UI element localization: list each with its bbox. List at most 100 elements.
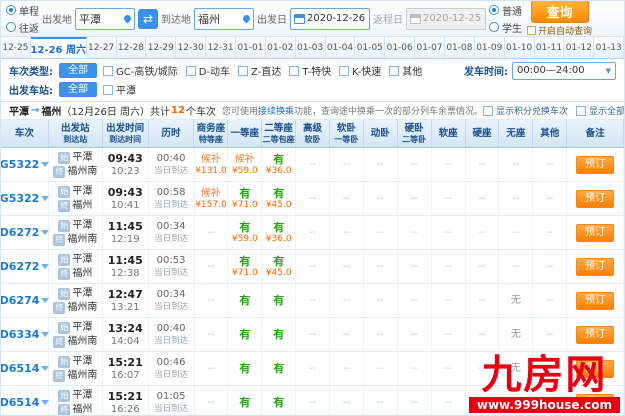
seat-cell[interactable]: 有	[262, 284, 297, 317]
seat-availability[interactable]: 有	[273, 328, 284, 341]
display-toggle-显示积分兑换车次[interactable]: 显示积分兑换车次	[483, 104, 568, 117]
date-tab-01-06[interactable]: 01-06	[385, 37, 416, 58]
radio-icon[interactable]	[6, 5, 16, 15]
seat-availability[interactable]: 有	[239, 255, 250, 268]
train-type-option-D-动车[interactable]: D-动车	[185, 63, 230, 78]
seat-availability[interactable]: 候补	[235, 153, 255, 166]
train-number-link[interactable]: D6272	[1, 260, 50, 273]
seat-availability[interactable]: 有	[273, 221, 284, 234]
book-button[interactable]: 预订	[576, 155, 615, 174]
seat-availability[interactable]: 有	[239, 396, 250, 409]
book-button[interactable]: 预订	[576, 223, 615, 242]
radio-icon[interactable]	[489, 5, 499, 15]
radio-icon[interactable]	[489, 22, 499, 32]
seat-cell[interactable]: 有 ¥71.0	[228, 182, 263, 215]
date-tab-12-25[interactable]: 12-25	[1, 37, 31, 58]
swap-stations-button[interactable]: ⇄	[138, 8, 158, 29]
seat-cell[interactable]: 有	[228, 386, 263, 415]
date-tab-01-12[interactable]: 01-12	[564, 37, 595, 58]
seat-cell[interactable]: 候补 ¥131.0	[195, 148, 229, 181]
train-type-option-Z-直达[interactable]: Z-直达	[238, 63, 281, 78]
to-station-field[interactable]	[194, 7, 254, 30]
checkbox-icon[interactable]	[289, 65, 300, 76]
seat-availability[interactable]: 有	[239, 294, 250, 307]
checkbox-icon[interactable]	[339, 65, 350, 76]
book-button[interactable]: 预订	[576, 291, 615, 310]
date-tab-01-10[interactable]: 01-10	[504, 37, 535, 58]
from-station-input[interactable]	[79, 12, 124, 25]
book-button[interactable]: 预订	[576, 325, 615, 344]
date-tab-12-29[interactable]: 12-29	[146, 37, 177, 58]
seat-cell[interactable]: 有 ¥36.0	[262, 216, 297, 249]
train-type-all-tag[interactable]: 全部	[59, 63, 97, 78]
seat-availability[interactable]: 有	[239, 187, 250, 200]
trip-type-option-1[interactable]: 往返	[6, 20, 39, 35]
seat-cell[interactable]: 候补 ¥59.0	[228, 148, 263, 181]
seat-cell[interactable]: 有 ¥36.0	[262, 148, 297, 181]
seat-availability[interactable]: 有	[273, 294, 284, 307]
depart-station-all-tag[interactable]: 全部	[59, 82, 97, 97]
query-button[interactable]: 查询	[530, 1, 589, 23]
train-type-option-T-特快[interactable]: T-特快	[289, 63, 331, 78]
train-number-link[interactable]: D6272	[1, 226, 50, 239]
seat-cell[interactable]: 有 ¥45.0	[262, 250, 297, 283]
date-tab-01-13[interactable]: 01-13	[594, 37, 624, 58]
passenger-type-option-1[interactable]: 学生	[489, 20, 522, 35]
seat-availability[interactable]: 有	[273, 255, 284, 268]
date-tab-01-07[interactable]: 01-07	[415, 37, 445, 58]
date-tab-01-09[interactable]: 01-09	[474, 37, 505, 58]
seat-cell[interactable]: 有	[228, 352, 263, 385]
seat-cell[interactable]: 有	[228, 284, 263, 317]
date-tab-12-30[interactable]: 12-30	[176, 37, 207, 58]
train-number-link[interactable]: G5322	[1, 158, 50, 171]
depart-date-field[interactable]	[290, 7, 370, 30]
checkbox-icon[interactable]	[576, 105, 587, 116]
seat-cell[interactable]: 有	[262, 386, 297, 415]
seat-availability[interactable]: 有	[239, 328, 250, 341]
from-station-field[interactable]	[75, 7, 135, 30]
checkbox-icon[interactable]	[483, 105, 493, 116]
seat-cell[interactable]: 有	[262, 318, 297, 351]
checkbox-icon[interactable]	[527, 26, 536, 35]
passenger-type-option-0[interactable]: 普通	[489, 3, 522, 18]
date-tab-01-11[interactable]: 01-11	[534, 37, 565, 58]
train-number-link[interactable]: D6514	[1, 396, 50, 409]
seat-availability[interactable]: 有	[273, 362, 284, 375]
seat-availability[interactable]: 有	[239, 362, 250, 375]
date-tab-01-05[interactable]: 01-05	[355, 37, 386, 58]
seat-cell[interactable]: 候补 ¥157.0	[195, 182, 229, 215]
date-tab-01-02[interactable]: 01-02	[265, 37, 296, 58]
train-type-option-GC-高铁/城际[interactable]: GC-高铁/城际	[103, 63, 178, 78]
book-button[interactable]: 预订	[576, 189, 615, 208]
seat-cell[interactable]: 有 ¥59.0	[228, 216, 263, 249]
transfer-link[interactable]: 接续换乘	[258, 107, 294, 117]
train-number-link[interactable]: D6334	[1, 328, 50, 341]
seat-availability[interactable]: 有	[273, 396, 284, 409]
seat-availability[interactable]: 有	[273, 153, 284, 166]
date-tab-12-27[interactable]: 12-27	[86, 37, 117, 58]
seat-availability[interactable]: 候补	[201, 187, 221, 200]
date-tab-12-28[interactable]: 12-28	[116, 37, 147, 58]
seat-cell[interactable]: 有 ¥45.0	[262, 182, 297, 215]
checkbox-icon[interactable]	[103, 65, 113, 76]
checkbox-icon[interactable]	[103, 84, 113, 95]
seat-availability[interactable]: 有	[239, 221, 250, 234]
seat-cell[interactable]: 有 ¥71.0	[228, 250, 263, 283]
date-tab-12-31[interactable]: 12-31	[206, 37, 236, 58]
checkbox-icon[interactable]	[238, 65, 249, 76]
date-tab-12-26[interactable]: 12-26 周六	[30, 37, 87, 58]
book-button[interactable]: 预订	[576, 257, 615, 276]
checkbox-icon[interactable]	[389, 65, 400, 76]
radio-icon[interactable]	[6, 22, 16, 32]
date-tab-01-01[interactable]: 01-01	[235, 37, 266, 58]
seat-cell[interactable]: 有	[228, 318, 263, 351]
date-tab-01-04[interactable]: 01-04	[325, 37, 356, 58]
train-number-link[interactable]: D6514	[1, 362, 50, 375]
train-type-option-K-快速[interactable]: K-快速	[339, 63, 381, 78]
date-tab-01-08[interactable]: 01-08	[444, 37, 475, 58]
seat-availability[interactable]: 有	[273, 187, 284, 200]
train-number-link[interactable]: D6274	[1, 294, 50, 307]
depart-date-input[interactable]	[307, 13, 366, 24]
depart-station-option-平潭[interactable]: 平潭	[103, 82, 136, 97]
train-type-option-其他[interactable]: 其他	[389, 63, 422, 78]
